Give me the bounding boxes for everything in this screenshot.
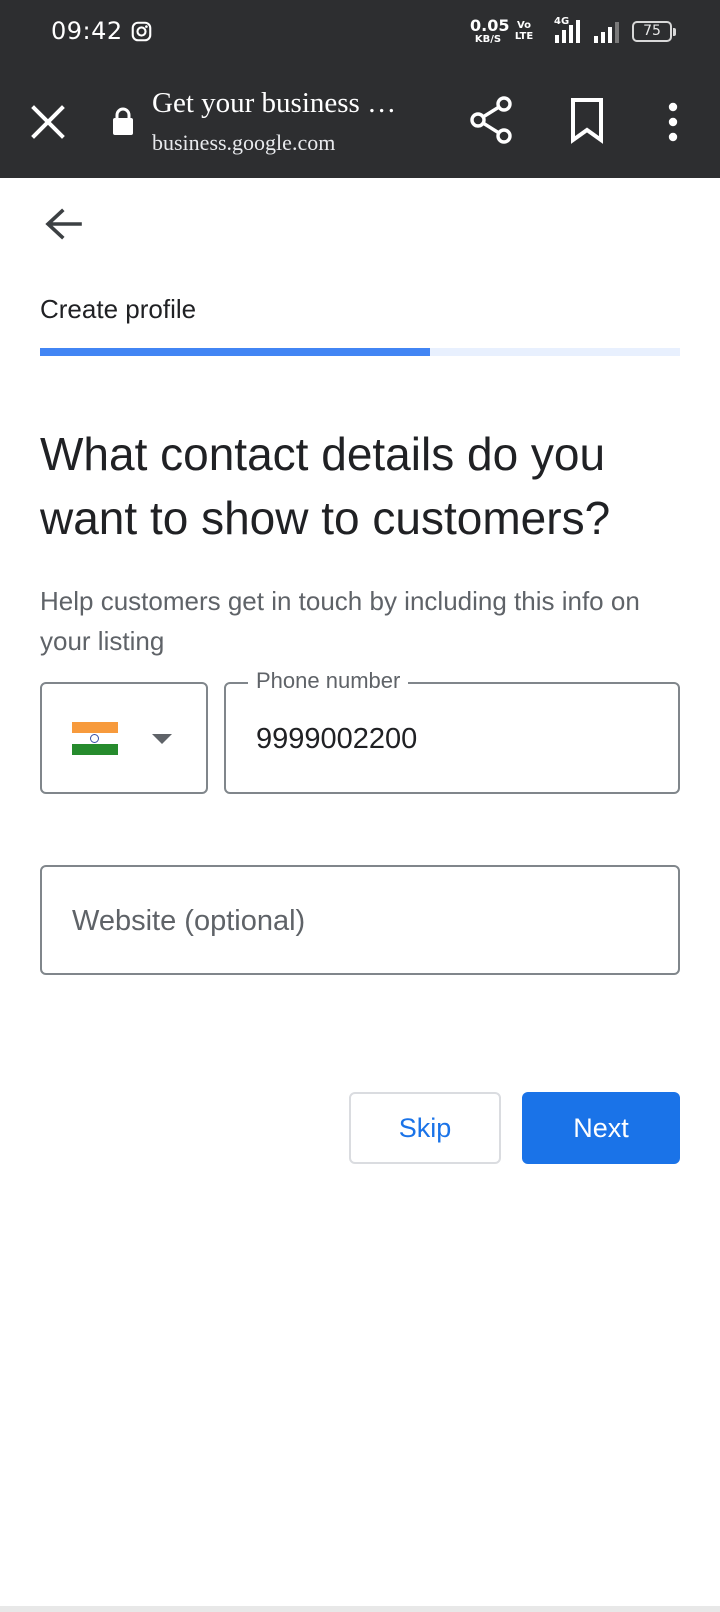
back-arrow-icon[interactable] [38, 200, 88, 250]
helper-text: Help customers get in touch by including… [40, 586, 640, 656]
volte-indicator: Vo LTE [512, 20, 536, 42]
bookmark-icon[interactable] [562, 94, 612, 146]
volte-line2: LTE [514, 31, 534, 42]
bottom-edge [0, 1606, 720, 1612]
share-icon[interactable] [466, 92, 518, 148]
dropdown-arrow-icon [152, 734, 172, 744]
phone-number-input[interactable] [256, 718, 656, 760]
chakra-icon [90, 734, 99, 743]
signal-sim1-icon: 4G [553, 16, 587, 44]
next-button[interactable]: Next [522, 1092, 680, 1164]
network-speed-unit: KB/S [474, 34, 502, 45]
page-heading: What contact details do you want to show… [40, 428, 611, 544]
progress-bar [40, 348, 680, 356]
status-bar: 09:42 0.05 KB/S Vo LTE 4G 75 [0, 0, 720, 66]
instagram-icon [131, 21, 152, 42]
battery-icon: 75 [632, 21, 676, 42]
lock-icon [113, 107, 133, 135]
page-title[interactable]: Get your business … [152, 87, 422, 120]
more-vert-icon[interactable] [650, 96, 696, 148]
network-speed-value: 0.05 [470, 16, 510, 35]
browser-toolbar: Get your business … business.google.com [0, 66, 720, 178]
close-icon[interactable] [22, 96, 74, 148]
phone-number-label: Phone number [248, 668, 409, 694]
website-input[interactable] [72, 899, 652, 943]
phone-number-field[interactable]: Phone number [224, 668, 680, 794]
status-time: 09:42 [51, 17, 123, 45]
country-code-select[interactable] [40, 682, 208, 794]
skip-button[interactable]: Skip [349, 1092, 501, 1164]
volte-line1: Vo [516, 20, 532, 31]
website-field[interactable] [40, 865, 680, 975]
network-speed: 0.05 KB/S [470, 16, 510, 45]
india-flag-icon [72, 722, 118, 755]
progress-fill [40, 348, 431, 356]
page-url[interactable]: business.google.com [152, 130, 335, 156]
network-type: 4G [554, 16, 570, 27]
step-title: Create profile [40, 294, 197, 324]
signal-sim2-icon [594, 22, 619, 43]
